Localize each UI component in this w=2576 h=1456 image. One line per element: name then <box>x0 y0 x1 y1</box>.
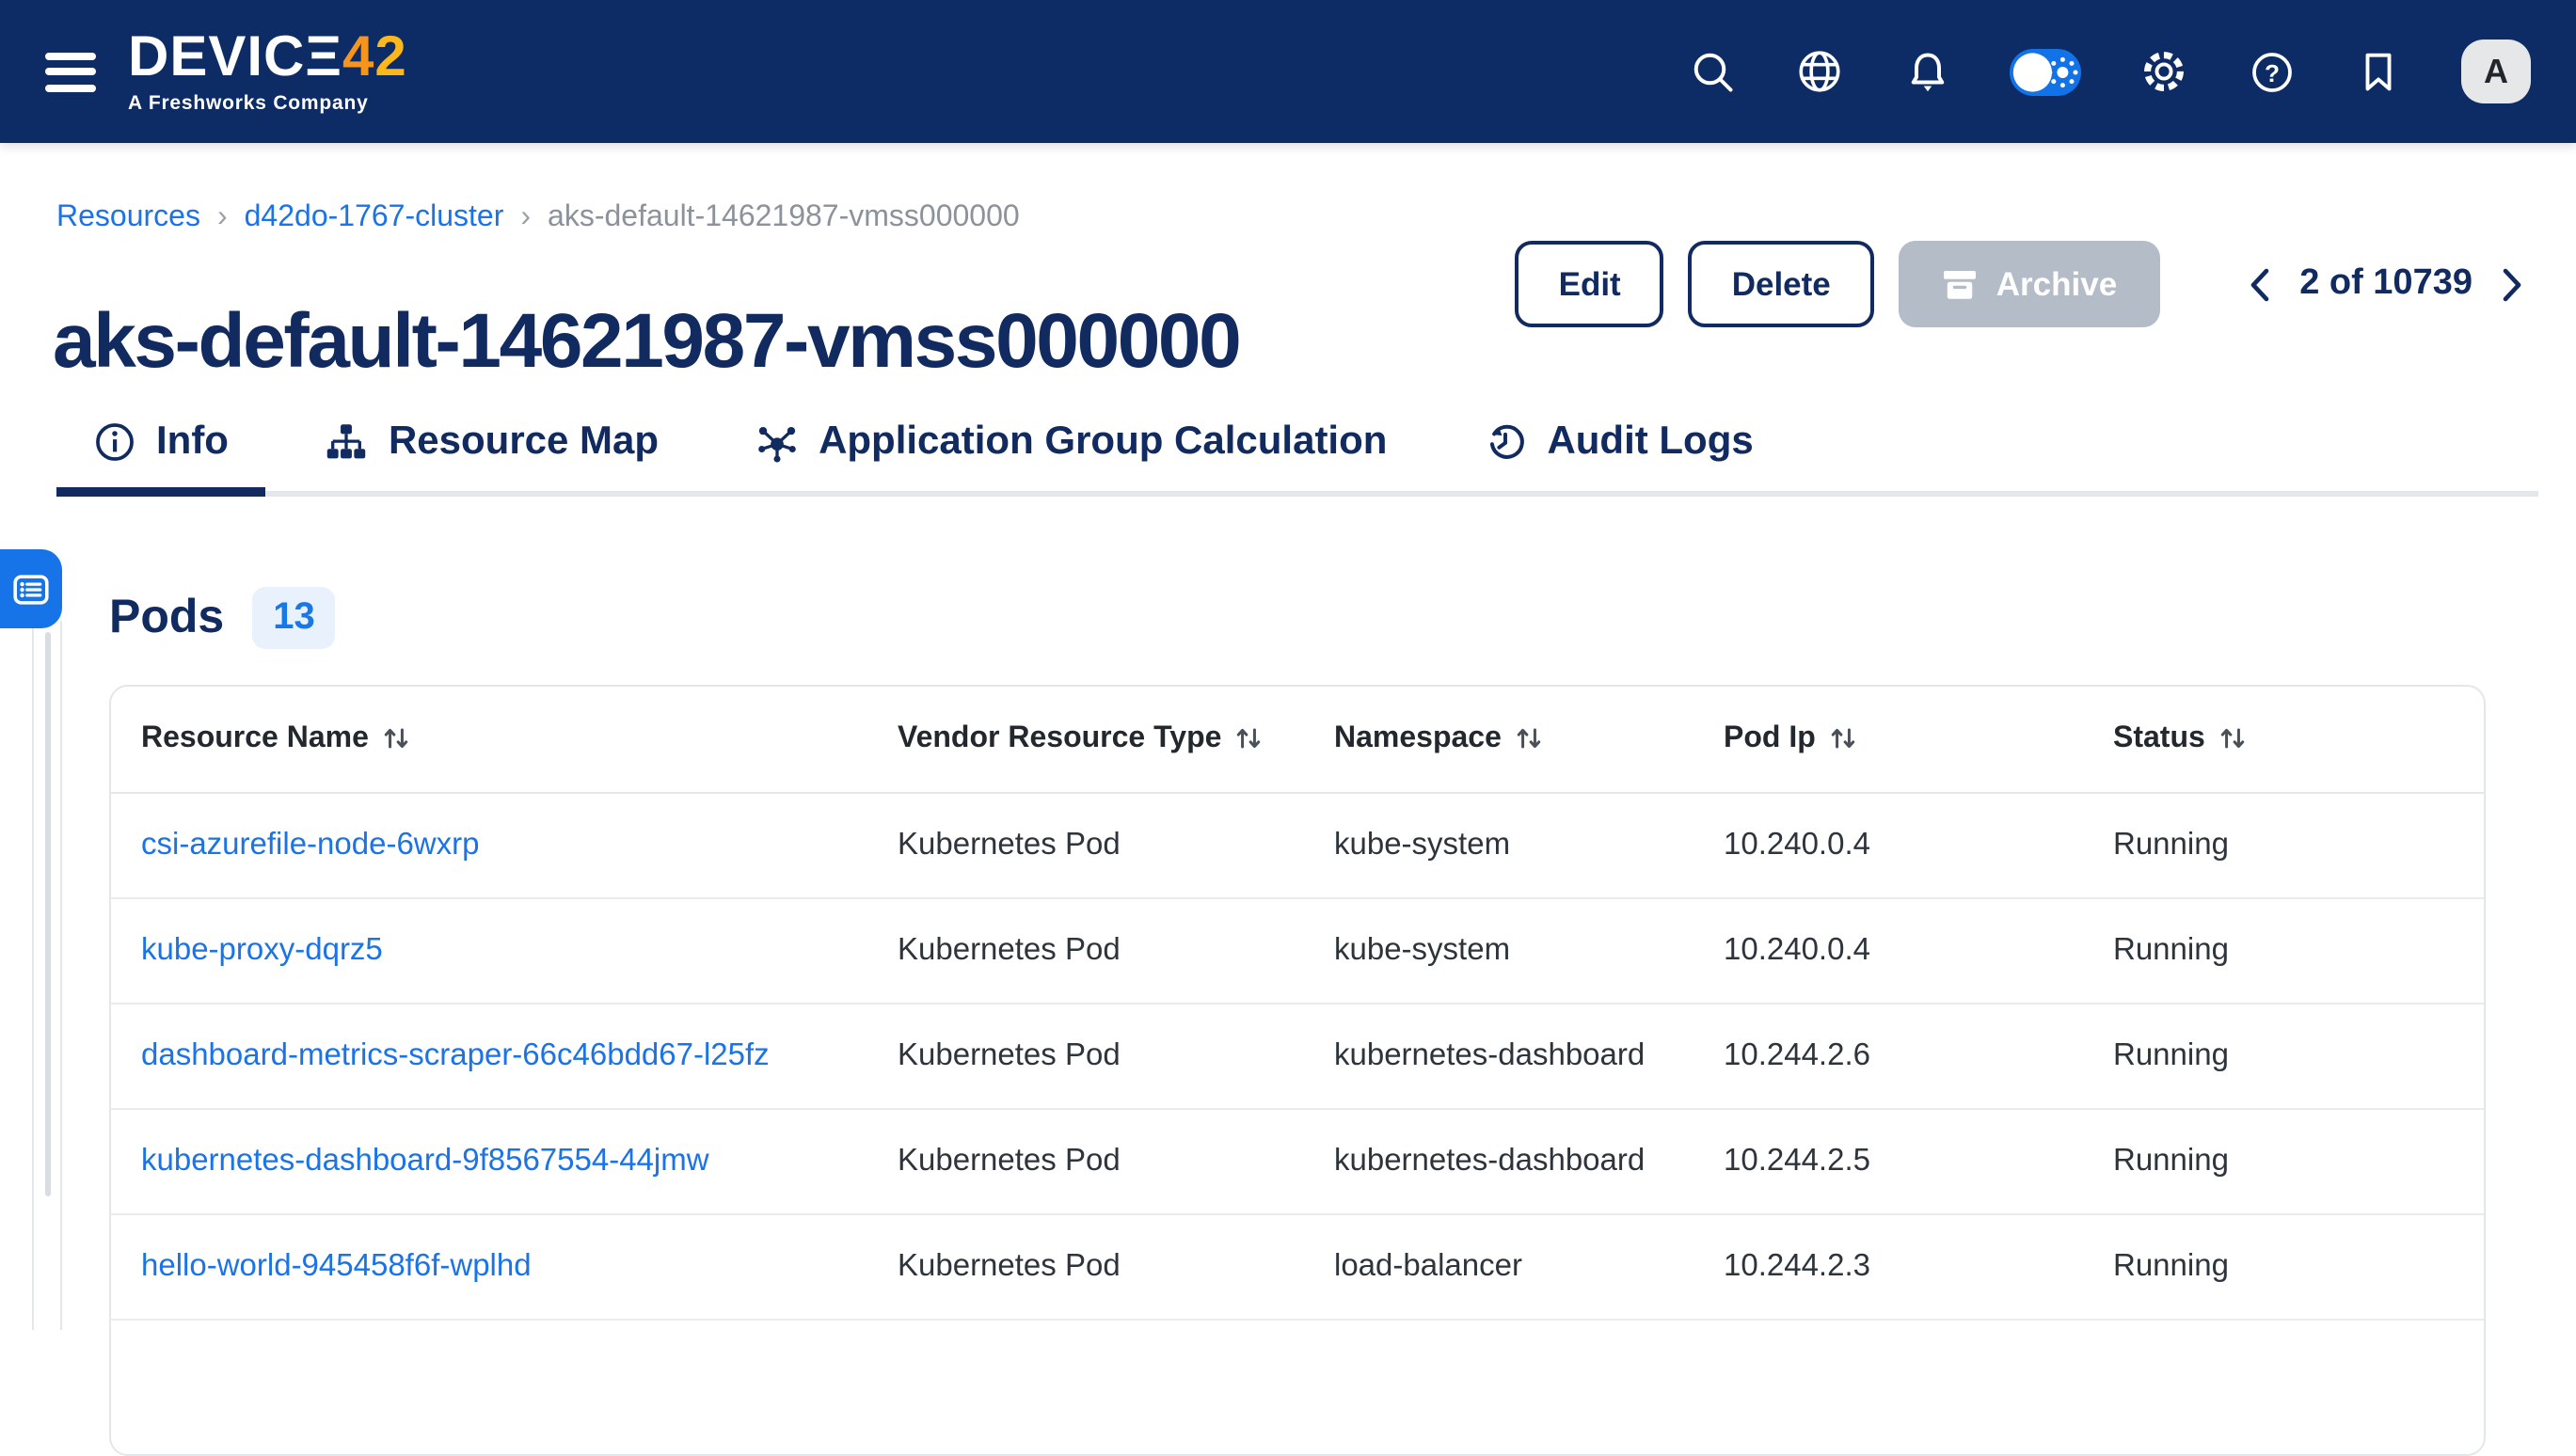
tab-label: Application Group Calculation <box>819 419 1387 465</box>
column-header-status[interactable]: Status <box>2083 687 2484 792</box>
pod-ip-cell: 10.244.2.6 <box>1693 1003 2083 1108</box>
sort-icon[interactable] <box>1829 724 1857 752</box>
tab-label: Resource Map <box>389 419 659 465</box>
pager-position: 2 of 10739 <box>2299 263 2473 305</box>
info-icon <box>94 421 135 463</box>
column-header-resource-name[interactable]: Resource Name <box>111 687 867 792</box>
vendor-resource-type-cell: Kubernetes Pod <box>867 1108 1304 1213</box>
namespace-cell: kube-system <box>1304 792 1693 897</box>
tab-application-group-calculation[interactable]: Application Group Calculation <box>719 416 1424 491</box>
globe-icon[interactable] <box>1795 47 1844 96</box>
column-header-pod-ip[interactable]: Pod Ip <box>1693 687 2083 792</box>
brand-tagline: A Freshworks Company <box>128 94 407 114</box>
pods-count-badge: 13 <box>252 587 336 649</box>
resource-name-link[interactable]: csi-azurefile-node-6wxrp <box>141 827 480 861</box>
vendor-resource-type-cell: Kubernetes Pod <box>867 1003 1304 1108</box>
tab-label: Info <box>156 419 229 465</box>
pod-ip-cell: 10.240.0.4 <box>1693 792 2083 897</box>
vendor-resource-type-cell: Kubernetes Pod <box>867 1213 1304 1319</box>
namespace-cell: load-balancer <box>1304 1213 1693 1319</box>
table-row: kubernetes-dashboard-9f8567554-44jmw Kub… <box>111 1108 2484 1213</box>
tab-audit-logs[interactable]: Audit Logs <box>1447 416 1790 491</box>
breadcrumb-separator: › <box>520 201 531 233</box>
bell-icon[interactable] <box>1902 47 1951 96</box>
search-icon[interactable] <box>1688 47 1737 96</box>
column-header-vendor-resource-type[interactable]: Vendor Resource Type <box>867 687 1304 792</box>
pods-section-header: Pods 13 <box>109 587 336 649</box>
avatar-initial: A <box>2484 52 2508 91</box>
status-cell: Running <box>2083 1213 2484 1319</box>
table-row: hello-world-945458f6f-wplhd Kubernetes P… <box>111 1213 2484 1319</box>
status-cell: Running <box>2083 792 2484 897</box>
pod-ip-cell: 10.240.0.4 <box>1693 897 2083 1003</box>
table-row: dashboard-metrics-scraper-66c46bdd67-l25… <box>111 1003 2484 1108</box>
archive-label: Archive <box>1996 264 2117 304</box>
namespace-cell: kubernetes-dashboard <box>1304 1108 1693 1213</box>
breadcrumb-current: aks-default-14621987-vmss000000 <box>548 201 1020 233</box>
namespace-cell: kubernetes-dashboard <box>1304 1003 1693 1108</box>
resource-name-link[interactable]: kube-proxy-dqrz5 <box>141 932 383 966</box>
page-actions: Edit Delete Archive 2 of 10739 <box>1516 241 2527 327</box>
avatar[interactable]: A <box>2461 40 2531 103</box>
pods-table: Resource Name Vendor Resource Type Names… <box>111 687 2484 1320</box>
hamburger-menu-icon[interactable] <box>45 52 96 91</box>
resource-name-link[interactable]: hello-world-945458f6f-wplhd <box>141 1248 532 1282</box>
sitemap-icon <box>326 421 368 463</box>
toc-panel-toggle-button[interactable] <box>0 549 62 628</box>
resource-name-link[interactable]: dashboard-metrics-scraper-66c46bdd67-l25… <box>141 1037 770 1071</box>
archive-box-icon <box>1942 268 1978 300</box>
bookmark-icon[interactable] <box>2354 47 2403 96</box>
help-icon[interactable]: ? <box>2247 47 2296 96</box>
table-row: kube-proxy-dqrz5 Kubernetes Pod kube-sys… <box>111 897 2484 1003</box>
rail-scrollbar-thumb[interactable] <box>45 632 51 1196</box>
status-cell: Running <box>2083 897 2484 1003</box>
pager-next-icon[interactable] <box>2497 262 2527 306</box>
breadcrumb-link-resources[interactable]: Resources <box>56 201 200 233</box>
breadcrumb-link-cluster[interactable]: d42do-1767-cluster <box>245 201 504 233</box>
namespace-cell: kube-system <box>1304 897 1693 1003</box>
pods-table-card: Resource Name Vendor Resource Type Names… <box>109 685 2486 1456</box>
device42-logo[interactable]: DEVICΞ42 A Freshworks Company <box>128 30 407 114</box>
list-panel-icon <box>11 569 51 609</box>
collapsed-panel-rail <box>32 621 62 1330</box>
page-title: aks-default-14621987-vmss000000 <box>53 295 1239 386</box>
pod-ip-cell: 10.244.2.5 <box>1693 1108 2083 1213</box>
gear-icon[interactable] <box>2139 47 2188 96</box>
sort-icon[interactable] <box>1515 724 1543 752</box>
table-header-row: Resource Name Vendor Resource Type Names… <box>111 687 2484 792</box>
column-header-namespace[interactable]: Namespace <box>1304 687 1693 792</box>
tab-bar: Info Resource Map <box>56 416 2538 497</box>
resource-name-link[interactable]: kubernetes-dashboard-9f8567554-44jmw <box>141 1143 709 1177</box>
edit-button[interactable]: Edit <box>1516 241 1664 327</box>
breadcrumb: Resources › d42do-1767-cluster › aks-default… <box>56 201 1020 235</box>
tab-label: Audit Logs <box>1547 419 1753 465</box>
pods-title: Pods <box>109 591 224 645</box>
navbar-actions: ? A <box>1688 40 2531 103</box>
tab-resource-map[interactable]: Resource Map <box>289 416 696 491</box>
brand-wordmark: DEVICΞ42 <box>128 30 407 87</box>
record-pager: 2 of 10739 <box>2245 262 2527 306</box>
svg-text:?: ? <box>2264 58 2279 87</box>
app-page: DEVICΞ42 A Freshworks Company <box>0 0 2576 1330</box>
vendor-resource-type-cell: Kubernetes Pod <box>867 792 1304 897</box>
pager-prev-icon[interactable] <box>2245 262 2275 306</box>
sort-icon[interactable] <box>1234 724 1263 752</box>
status-cell: Running <box>2083 1108 2484 1213</box>
vendor-resource-type-cell: Kubernetes Pod <box>867 897 1304 1003</box>
delete-button[interactable]: Delete <box>1689 241 1874 327</box>
status-cell: Running <box>2083 1003 2484 1108</box>
top-navbar: DEVICΞ42 A Freshworks Company <box>0 0 2576 143</box>
history-icon <box>1485 421 1526 463</box>
tab-info[interactable]: Info <box>56 416 266 491</box>
breadcrumb-separator: › <box>217 201 228 233</box>
pod-ip-cell: 10.244.2.3 <box>1693 1213 2083 1319</box>
theme-toggle[interactable] <box>2010 48 2081 95</box>
table-row: csi-azurefile-node-6wxrp Kubernetes Pod … <box>111 792 2484 897</box>
sort-icon[interactable] <box>2218 724 2247 752</box>
sort-icon[interactable] <box>382 724 410 752</box>
archive-button[interactable]: Archive <box>1899 241 2160 327</box>
nodes-icon <box>756 421 798 463</box>
